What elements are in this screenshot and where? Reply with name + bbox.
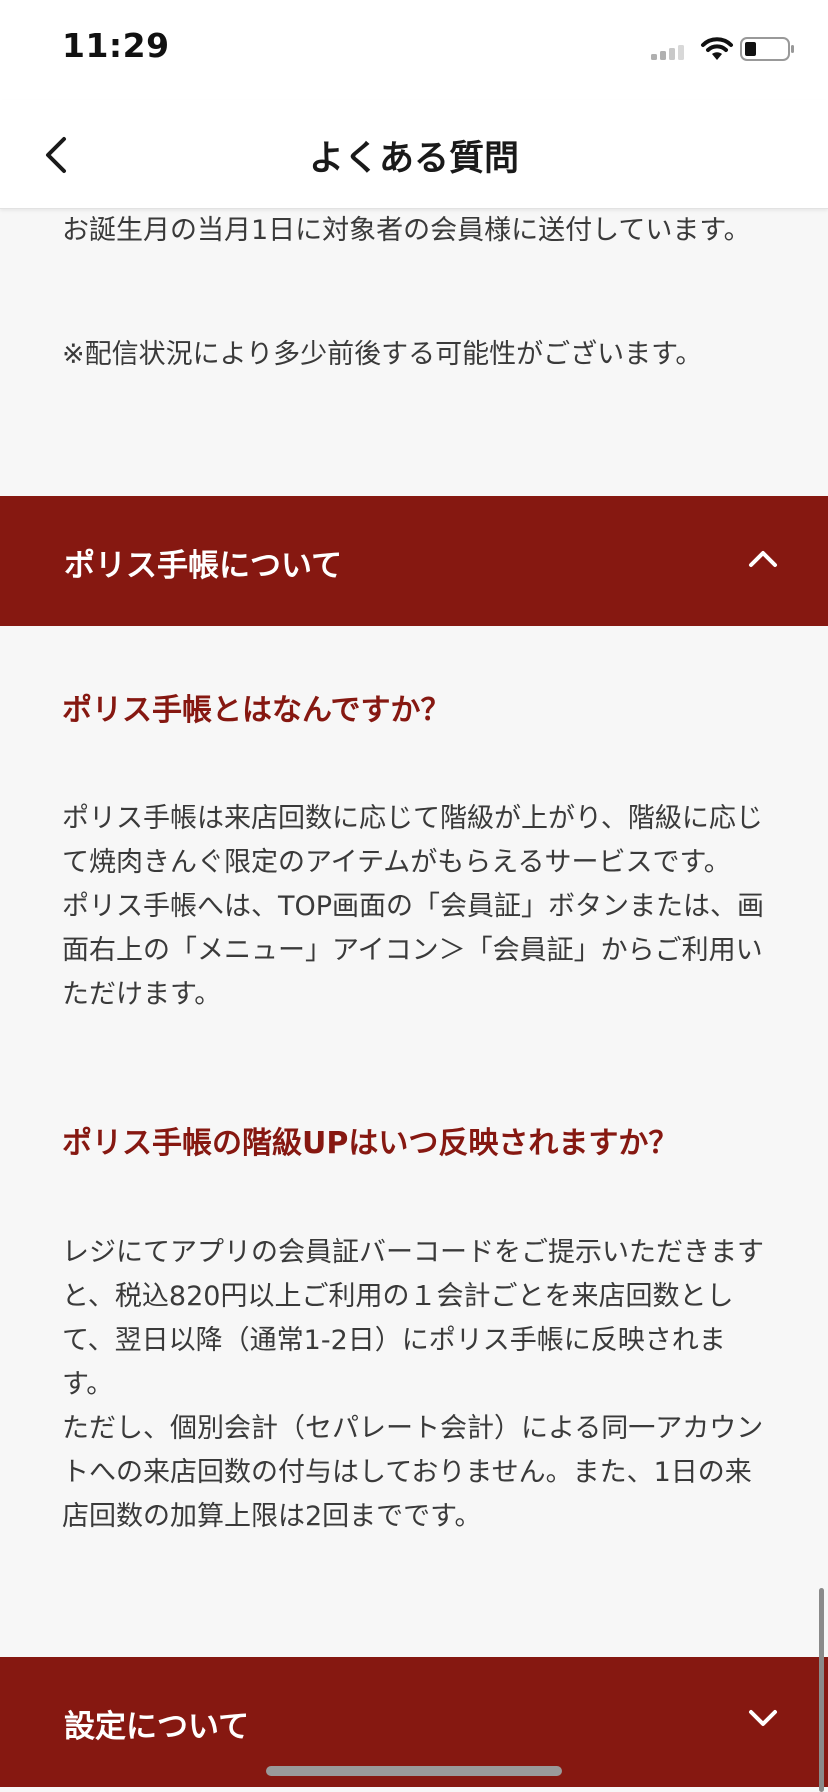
section-header-police-notebook[interactable]: ポリス手帳について: [0, 496, 828, 626]
scrollbar[interactable]: [819, 1588, 824, 1792]
chevron-down-icon: [749, 1710, 777, 1726]
faq-answer: レジにてアプリの会員証バーコードをご提示いただきますと、税込820円以上ご利用の…: [62, 1237, 764, 1532]
section-header-label: 設定について: [64, 1709, 250, 1745]
faq-question[interactable]: ポリス手帳の階級UPはいつ反映されますか？: [62, 1122, 774, 1166]
section-header-label: ポリス手帳について: [64, 548, 343, 584]
home-indicator[interactable]: [266, 1766, 562, 1776]
page-title: よくある質問: [308, 139, 519, 179]
cellular-signal-icon: [651, 45, 684, 60]
faq-answer: ポリス手帳は来店回数に応じて階級が上がり、階級に応じて焼肉きんぐ限定のアイテムが…: [62, 803, 765, 1010]
faq-answer-text: お誕生月の当月1日に対象者の会員様に送付しています。: [62, 215, 751, 246]
wifi-icon: [701, 37, 733, 60]
battery-icon: [740, 37, 794, 61]
status-time: 11:29: [62, 26, 170, 65]
chevron-up-icon: [749, 551, 777, 567]
faq-note-text: ※配信状況により多少前後する可能性がございます。: [62, 339, 703, 370]
faq-question[interactable]: ポリス手帳とはなんですか？: [62, 689, 774, 733]
navigation-bar: よくある質問: [0, 100, 828, 209]
status-bar: 11:29: [0, 0, 828, 100]
